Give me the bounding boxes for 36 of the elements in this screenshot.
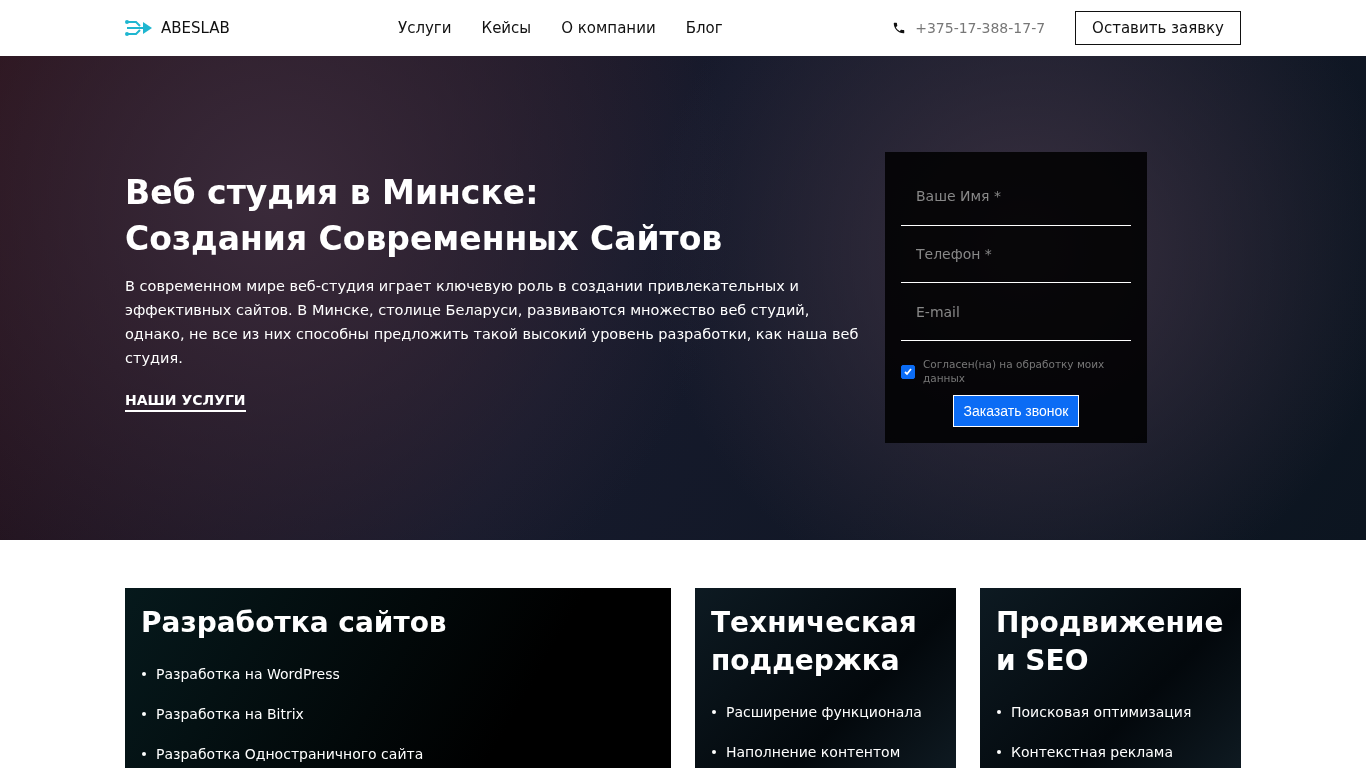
service-link[interactable]: Разработка на Bitrix <box>156 706 304 722</box>
service-link[interactable]: Наполнение контентом <box>726 744 901 760</box>
nav-link[interactable]: Услуги <box>398 19 452 37</box>
service-link[interactable]: Поисковая оптимизация <box>1011 704 1192 720</box>
hero-title: Веб студия в Минске: <box>125 172 539 214</box>
bullet-icon <box>712 750 716 754</box>
logo-text[interactable]: ABESLAB <box>161 19 230 37</box>
bullet-icon <box>712 710 716 714</box>
phone-number[interactable]: +375-17-388-17-7 <box>915 20 1046 36</box>
input-field[interactable]: E-mail <box>901 283 1131 341</box>
card-title: Техническая поддержка <box>711 605 918 679</box>
input-field[interactable]: Телефон * <box>901 225 1131 284</box>
consent-label: Согласен(на) на обработку моих данных <box>923 357 1106 385</box>
bullet-icon <box>142 752 146 756</box>
service-link[interactable]: Разработка Одностраничного сайта <box>156 746 424 762</box>
phone-icon <box>892 21 907 35</box>
hero-text: В современном мире веб-студия играет ключевую роль в создании привлекательных и эффективных сайтов. В Минске, столице Беларуси, развиваются множество веб студий, однако, не все из них способны предложить такой высокий уровень разработки, как наша веб студия. <box>125 277 860 368</box>
bullet-icon <box>142 672 146 676</box>
nav-link[interactable]: О компании <box>561 19 656 37</box>
hero-title: Создания Современных Сайтов <box>125 218 723 260</box>
bullet-icon <box>997 710 1001 714</box>
request-button[interactable]: Оставить заявку <box>1075 11 1241 45</box>
nav-link[interactable]: Блог <box>685 19 723 37</box>
submit-button[interactable]: Заказать звонок <box>952 395 1080 427</box>
service-link[interactable]: Разработка на WordPress <box>156 666 340 682</box>
logo-icon <box>125 18 153 38</box>
services-link[interactable]: НАШИ УСЛУГИ <box>125 392 246 412</box>
consent-checkbox[interactable] <box>901 365 915 379</box>
nav-link[interactable]: Кейсы <box>481 19 532 37</box>
service-link[interactable]: Расширение функционала <box>726 704 922 720</box>
service-link[interactable]: Контекстная реклама <box>1011 744 1173 760</box>
input-field[interactable]: Ваше Имя * <box>901 168 1131 226</box>
card-title: Разработка сайтов <box>141 605 448 641</box>
bullet-icon <box>997 750 1001 754</box>
bullet-icon <box>142 712 146 716</box>
card-title: Продвижение и SEO <box>996 605 1225 679</box>
